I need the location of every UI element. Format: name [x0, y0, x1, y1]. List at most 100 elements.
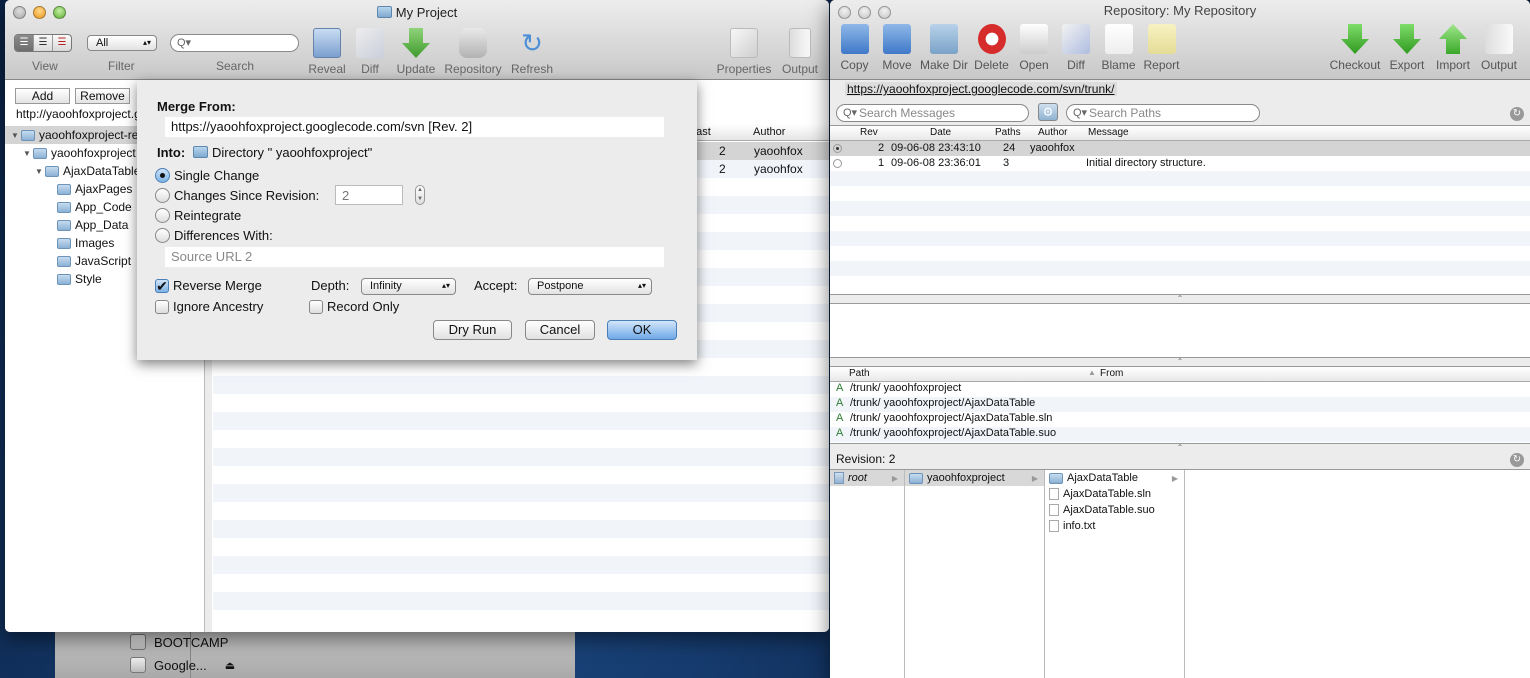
merge-from-field[interactable]: https://yaoohfoxproject.googlecode.com/s… — [165, 117, 664, 137]
search-paths-input[interactable]: Q▾ Search Paths — [1066, 104, 1260, 122]
view-segmented-control[interactable]: ☰ ☰ ☰ — [14, 34, 72, 52]
delete-button[interactable]: Delete — [970, 22, 1013, 72]
path-row[interactable]: A/trunk/ yaoohfoxproject/AjaxDataTable — [830, 397, 1530, 412]
radio-button[interactable] — [155, 228, 170, 243]
browser-item-folder[interactable]: yaoohfoxproject ▶ — [905, 470, 1044, 486]
pane-splitter[interactable]: ⌃ — [830, 444, 1530, 452]
checkbox[interactable] — [309, 299, 323, 314]
log-row[interactable]: 1 09-06-08 23:36:01 3 Initial directory str… — [830, 156, 1530, 171]
radio-button[interactable] — [155, 188, 170, 203]
pane-splitter[interactable]: ⌃ — [830, 295, 1530, 303]
refresh-icon[interactable]: ↻ — [1510, 453, 1524, 467]
properties-button[interactable]: Properties — [714, 26, 774, 76]
refresh-button[interactable]: ↻ Refresh — [502, 26, 562, 76]
repository-url-link[interactable]: https://yaoohfoxproject.googlecode.com/s… — [845, 82, 1117, 96]
device-label: Google... — [154, 657, 207, 673]
radio-button[interactable] — [155, 168, 170, 183]
filter-select[interactable]: All ▴▾ — [87, 35, 157, 51]
reintegrate-radio[interactable]: Reintegrate — [155, 208, 241, 223]
since-revision-field[interactable]: 2 — [335, 185, 403, 205]
column-header-paths[interactable]: Paths — [995, 127, 1021, 138]
browser-item[interactable]: AjaxDataTable.sln — [1045, 486, 1184, 502]
output-button[interactable]: Output — [770, 26, 829, 76]
dry-run-button[interactable]: Dry Run — [433, 320, 512, 340]
view-list-icon[interactable]: ☰ — [34, 35, 53, 51]
remove-button[interactable]: Remove — [75, 88, 130, 104]
radio-button[interactable] — [833, 159, 842, 168]
single-change-radio[interactable]: Single Change — [155, 168, 259, 183]
cancel-button[interactable]: Cancel — [525, 320, 595, 340]
reverse-merge-checkbox[interactable]: ✔ Reverse Merge — [155, 278, 262, 293]
folder-icon — [193, 146, 208, 158]
disclosure-triangle-icon[interactable]: ▼ — [23, 149, 33, 158]
tree-item-label: AjaxPages — [75, 182, 133, 196]
changes-since-revision-radio[interactable]: Changes Since Revision: — [155, 188, 319, 203]
search-messages-input[interactable]: Q▾ Search Messages — [836, 104, 1029, 122]
column-header-from[interactable]: From — [1100, 368, 1123, 379]
eject-icon[interactable]: ⏏ — [225, 659, 235, 672]
disclosure-triangle-icon[interactable]: ▼ — [11, 131, 21, 140]
copy-button[interactable]: Copy — [833, 22, 876, 72]
chevron-right-icon: ▶ — [891, 473, 898, 483]
ignore-ancestry-checkbox[interactable]: Ignore Ancestry — [155, 299, 263, 314]
column-header-rev[interactable]: Rev — [860, 127, 878, 138]
hard-disk-icon — [130, 634, 146, 650]
browser-item-root[interactable]: root ▶ — [830, 470, 904, 486]
empty-row — [213, 430, 829, 448]
make-dir-button[interactable]: Make Dir — [918, 22, 970, 72]
device-bootcamp[interactable]: BOOTCAMP — [130, 631, 228, 653]
device-google[interactable]: Google... ⏏ — [130, 654, 235, 676]
accept-select[interactable]: Postpone ▴▾ — [528, 278, 652, 295]
folder-icon — [1049, 472, 1063, 484]
record-only-checkbox[interactable]: Record Only — [309, 299, 399, 314]
blame-icon — [1104, 24, 1133, 54]
diff-button[interactable]: Diff — [1055, 22, 1097, 72]
ok-button[interactable]: OK — [607, 320, 677, 340]
path-row[interactable]: A/trunk/ yaoohfoxproject/AjaxDataTable.s… — [830, 412, 1530, 427]
path-row[interactable]: A/trunk/ yaoohfoxproject — [830, 382, 1530, 397]
open-button[interactable]: Open — [1013, 22, 1055, 72]
import-button[interactable]: Import — [1430, 22, 1476, 72]
merge-sheet: Merge From: https://yaoohfoxproject.goog… — [137, 80, 697, 360]
add-button[interactable]: Add — [15, 88, 70, 104]
gear-icon[interactable]: ⚙ — [1038, 103, 1058, 121]
disclosure-triangle-icon[interactable]: ▼ — [35, 167, 45, 176]
column-header-author[interactable]: Author — [753, 126, 785, 138]
log-row[interactable]: 2 09-06-08 23:43:10 24 yaoohfox — [830, 141, 1530, 156]
path-row[interactable]: A/trunk/ yaoohfoxproject/AjaxDataTable.s… — [830, 427, 1530, 442]
checkout-button[interactable]: Checkout — [1326, 22, 1384, 72]
export-button[interactable]: Export — [1384, 22, 1430, 72]
depth-select[interactable]: Infinity ▴▾ — [361, 278, 456, 295]
browser-item[interactable]: AjaxDataTable ▶ — [1045, 470, 1184, 486]
revision-stepper[interactable]: ▲ ▼ — [415, 185, 425, 205]
checkbox-checked-icon[interactable]: ✔ — [155, 278, 169, 293]
search-input[interactable]: Q▾ — [170, 34, 299, 52]
repository-button[interactable]: Repository — [443, 26, 503, 76]
browser-item-label: AjaxDataTable.suo — [1063, 504, 1155, 516]
folder-icon — [45, 165, 59, 177]
checkbox[interactable] — [155, 299, 169, 314]
radio-button[interactable] — [833, 144, 842, 153]
column-header-path[interactable]: Path — [849, 368, 870, 379]
view-tree-icon[interactable]: ☰ — [15, 35, 34, 51]
empty-row — [213, 394, 829, 412]
pane-splitter[interactable]: ⌃ — [830, 358, 1530, 366]
source-url-2-field[interactable]: Source URL 2 — [165, 247, 664, 267]
update-button[interactable]: Update — [386, 26, 446, 76]
column-header-author[interactable]: Author — [1038, 127, 1067, 138]
refresh-icon[interactable]: ↻ — [1510, 107, 1524, 121]
column-header-date[interactable]: Date — [930, 127, 951, 138]
view-flat-icon[interactable]: ☰ — [53, 35, 71, 51]
radio-button[interactable] — [155, 208, 170, 223]
output-button[interactable]: Output — [1476, 22, 1522, 72]
empty-row — [213, 412, 829, 430]
blame-button[interactable]: Blame — [1097, 22, 1140, 72]
window-title: My Project — [5, 0, 829, 26]
move-button[interactable]: Move — [876, 22, 918, 72]
differences-with-radio[interactable]: Differences With: — [155, 228, 273, 243]
browser-item[interactable]: AjaxDataTable.suo — [1045, 502, 1184, 518]
report-button[interactable]: Report — [1140, 22, 1183, 72]
column-header-message[interactable]: Message — [1088, 127, 1129, 138]
browser-item[interactable]: info.txt — [1045, 518, 1184, 534]
toolbar-label: Output — [1480, 58, 1518, 72]
